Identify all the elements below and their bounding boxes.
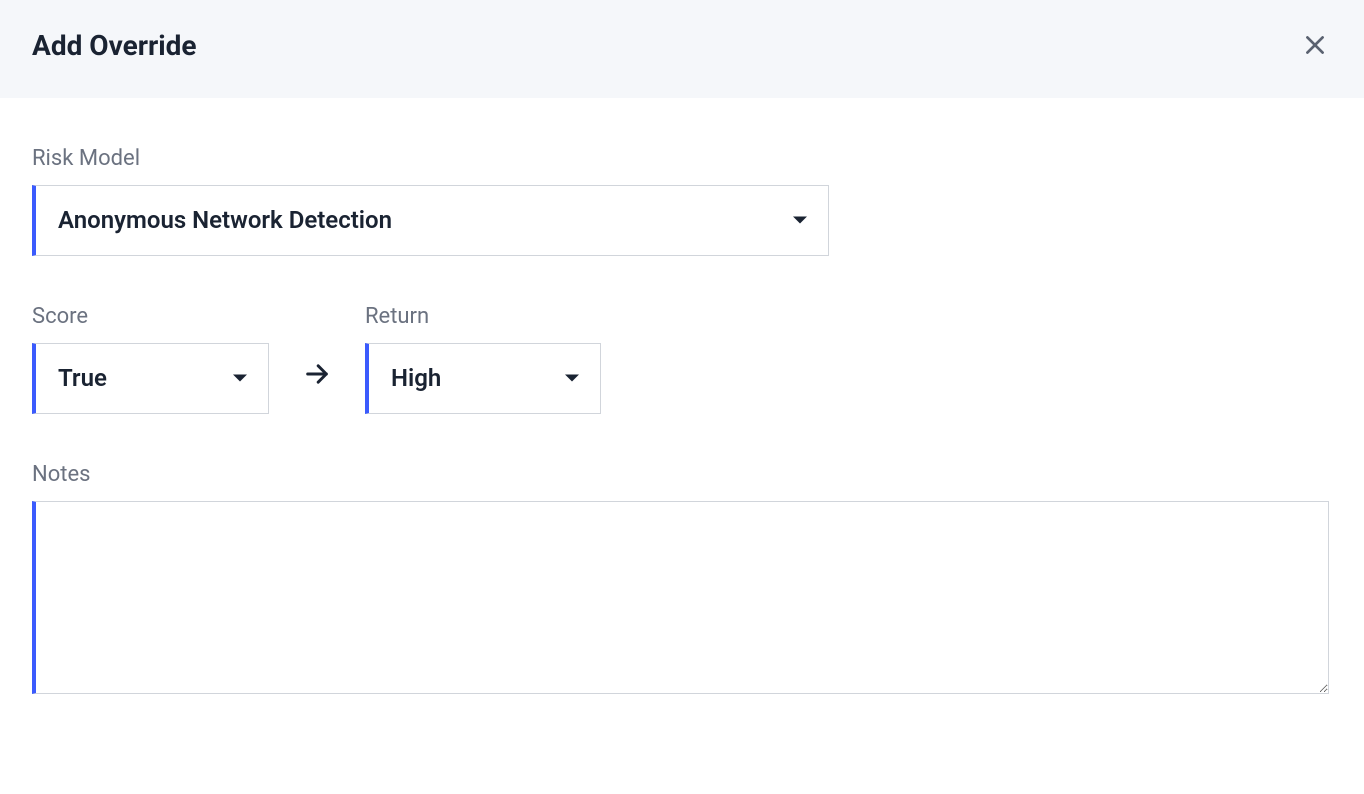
risk-model-select[interactable]: Anonymous Network Detection — [32, 185, 829, 256]
modal-content: Risk Model Anonymous Network Detection S… — [0, 98, 1364, 794]
score-select-wrapper: True — [32, 343, 269, 414]
return-select-wrapper: High — [365, 343, 601, 414]
modal-header: Add Override — [0, 0, 1364, 98]
risk-model-field: Risk Model Anonymous Network Detection — [32, 146, 1332, 256]
score-select[interactable]: True — [32, 343, 269, 414]
return-label: Return — [365, 304, 601, 329]
arrow-right-icon — [303, 360, 331, 388]
notes-label: Notes — [32, 462, 1332, 487]
score-return-row: Score True Return High — [32, 304, 1332, 414]
close-button[interactable] — [1298, 28, 1332, 62]
return-select[interactable]: High — [365, 343, 601, 414]
notes-field: Notes — [32, 462, 1332, 698]
close-icon — [1302, 32, 1328, 58]
modal-title: Add Override — [32, 29, 197, 62]
score-label: Score — [32, 304, 269, 329]
arrow-separator — [269, 334, 365, 414]
risk-model-label: Risk Model — [32, 146, 1332, 171]
notes-textarea[interactable] — [32, 501, 1329, 694]
score-field: Score True — [32, 304, 269, 414]
return-field: Return High — [365, 304, 601, 414]
risk-model-select-wrapper: Anonymous Network Detection — [32, 185, 829, 256]
